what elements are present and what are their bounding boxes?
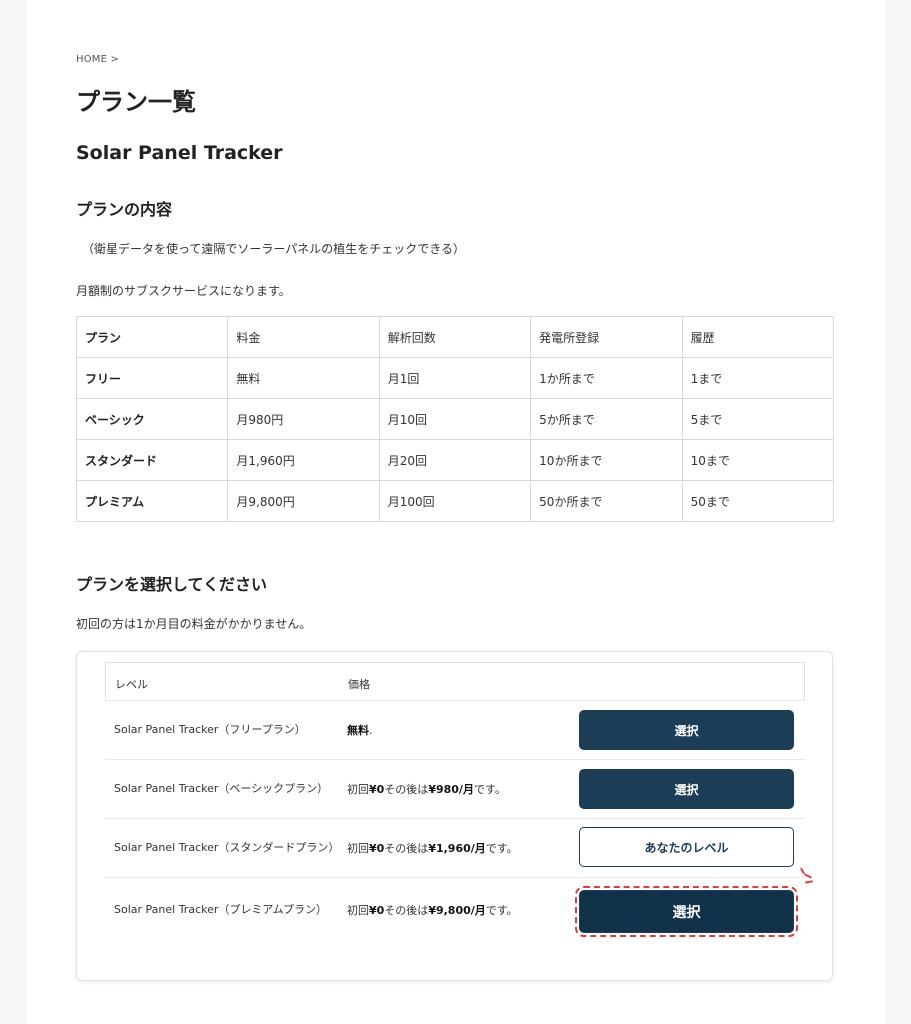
select-premium-button[interactable]: 選択 [575,886,798,937]
product-title: Solar Panel Tracker [76,142,283,164]
breadcrumb[interactable]: HOME > [76,54,119,65]
subscription-note: 月額制のサブスクサービスになります。 [76,284,291,298]
plan-price: 初回 ¥0 その後は ¥9,800/月 です。 [347,878,518,942]
price-first: ¥0 [369,782,385,796]
table-cell: プレミアム [75,480,229,522]
select-free-button[interactable]: 選択 [579,710,794,750]
plan-name: Solar Panel Tracker（スタンダードプラン） [114,841,340,854]
plan-name: Solar Panel Tracker（ベーシックプラン） [114,782,329,795]
price-suffix: . [369,723,373,737]
select-section-title: プランを選択してください [76,575,268,594]
table-cell: 月1,960円 [227,439,380,481]
table-cell: 50か所まで [530,480,683,522]
plan-name: Solar Panel Tracker（フリープラン） [114,723,306,736]
table-cell: 50まで [681,480,835,522]
table-header-cell: プラン [75,316,229,358]
plan-name: Solar Panel Tracker（プレミアムプラン） [114,903,327,916]
table-header-cell: 解析回数 [378,316,532,358]
table-header-cell: 履歴 [681,316,835,358]
price-mid: その後は [384,842,429,855]
table-cell: 1まで [681,357,835,399]
current-level-button[interactable]: あなたのレベル [579,827,794,867]
first-month-note: 初回の方は1か月目の料金がかかりません。 [76,617,312,631]
table-header-cell: 料金 [227,316,380,358]
plan-row-premium: Solar Panel Tracker（プレミアムプラン） 初回 ¥0 その後は ¥… [105,867,814,942]
page-title: プラン一覧 [76,88,196,116]
table-cell: 10か所まで [530,439,683,481]
price-after: ¥980/月 [428,783,474,796]
price-mid: その後は [384,904,429,917]
table-cell: ベーシック [75,398,229,440]
table-cell: スタンダード [75,439,229,481]
plan-list-header: レベル 価格 [105,662,805,701]
price-first: ¥0 [369,841,385,855]
attention-spark-icon [797,866,817,886]
level-column-header: レベル [115,678,148,691]
table-header-row: プラン 料金 解析回数 発電所登録 履歴 [75,316,835,358]
price-column-header: 価格 [348,678,370,691]
table-cell: 5か所まで [530,398,683,440]
table-cell: 月1回 [378,357,532,399]
table-header-cell: 発電所登録 [530,316,683,358]
price-first: ¥0 [369,903,385,917]
table-cell: 月980円 [227,398,380,440]
plan-select-card: レベル 価格 Solar Panel Tracker（フリープラン） 無料. 選… [76,651,833,981]
page: HOME > プラン一覧 Solar Panel Tracker プランの内容 … [26,0,885,1024]
plan-row-standard: Solar Panel Tracker（スタンダードプラン） 初回 ¥0 その後は… [105,819,805,878]
table-row: フリー 無料 月1回 1か所まで 1まで [75,357,835,399]
price-prefix: 初回 [347,783,369,796]
table-cell: 月100回 [378,480,532,522]
plan-price: 初回 ¥0 その後は ¥980/月 です。 [347,760,506,818]
plan-price: 初回 ¥0 その後は ¥1,960/月 です。 [347,819,518,877]
table-cell: 5まで [681,398,835,440]
table-row: プレミアム 月9,800円 月100回 50か所まで 50まで [75,480,835,522]
service-description: （衛星データを使って遠隔でソーラーパネルの植生をチェックできる） [82,242,466,256]
price-end: です。 [485,904,518,917]
table-cell: 1か所まで [530,357,683,399]
table-row: スタンダード 月1,960円 月20回 10か所まで 10まで [75,439,835,481]
table-cell: 無料 [227,357,380,399]
price-prefix: 初回 [347,842,369,855]
price-after: ¥1,960/月 [428,842,486,855]
price-mid: その後は [384,783,429,796]
table-cell: 月20回 [378,439,532,481]
plan-row-basic: Solar Panel Tracker（ベーシックプラン） 初回 ¥0 その後は ¥… [105,760,805,819]
table-cell: 10まで [681,439,835,481]
table-cell: 月10回 [378,398,532,440]
table-row: ベーシック 月980円 月10回 5か所まで 5まで [75,398,835,440]
table-cell: フリー [75,357,229,399]
plan-price: 無料. [347,701,373,759]
plan-spec-table: プラン 料金 解析回数 発電所登録 履歴 フリー 無料 月1回 1か所まで 1ま… [75,316,835,522]
price-end: です。 [485,842,518,855]
price-prefix: 初回 [347,904,369,917]
price-after: ¥9,800/月 [428,904,486,917]
select-basic-button[interactable]: 選択 [579,769,794,809]
table-cell: 月9,800円 [227,480,380,522]
plan-row-free: Solar Panel Tracker（フリープラン） 無料. 選択 [105,701,805,760]
content-section-title: プランの内容 [76,200,173,219]
price-end: です。 [473,783,506,796]
price-free: 無料 [347,724,369,737]
